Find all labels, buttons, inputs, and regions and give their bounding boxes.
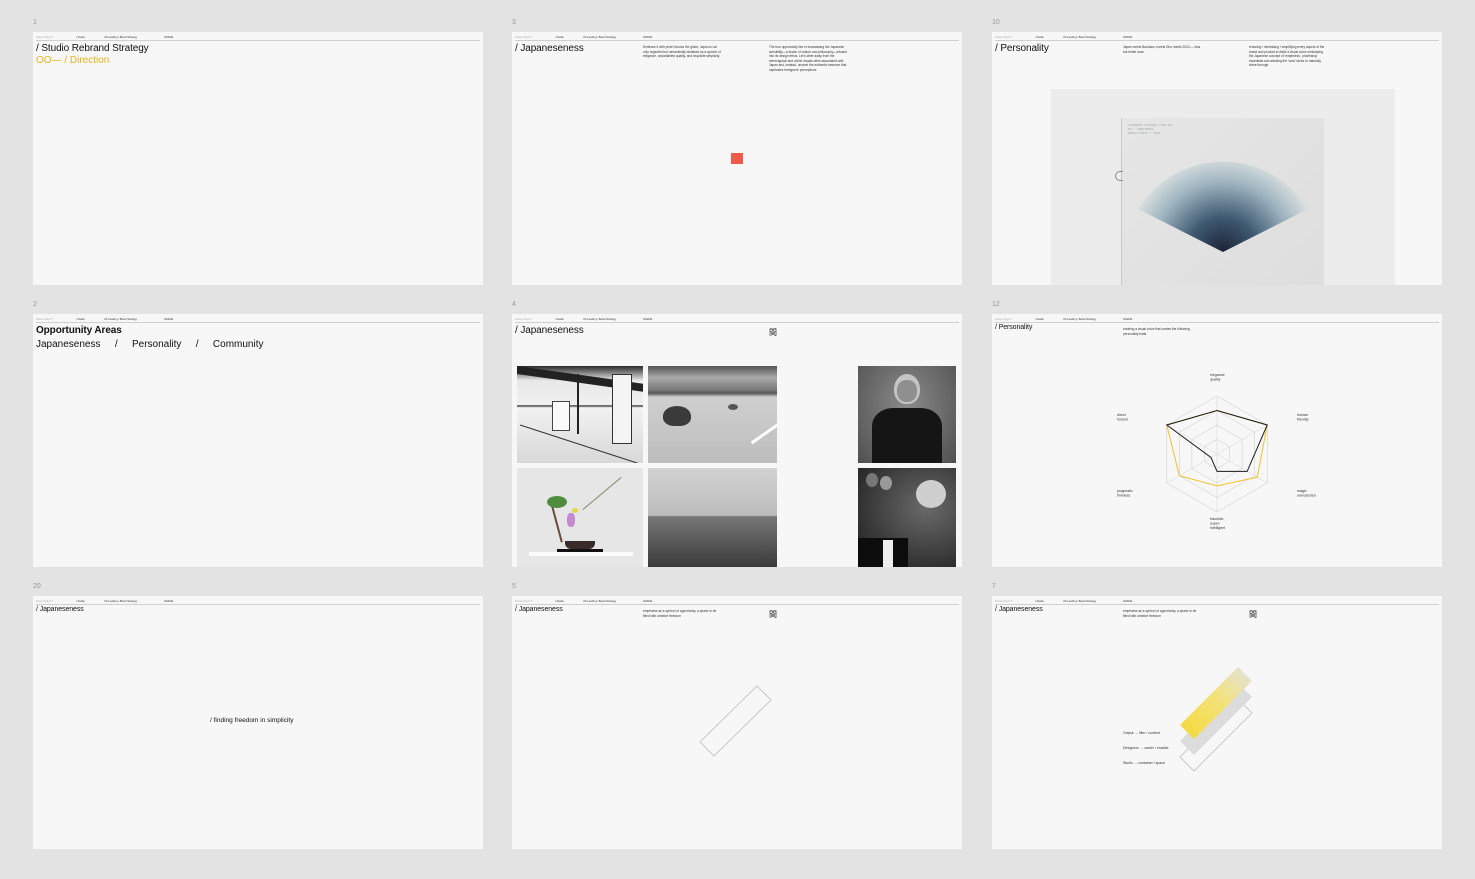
radar-axis-label: futuristic super-intelligent <box>1210 517 1225 530</box>
slide-number: 2 <box>33 301 37 308</box>
empty-space-diagram <box>699 685 772 757</box>
slide-thumbnail[interactable]: Nuevo Tokyo™ / Studio US Landing / Brand… <box>992 314 1442 567</box>
gradient-fan <box>1138 161 1308 252</box>
area-separator: / <box>195 339 199 350</box>
header-date: 03/2024 <box>164 317 174 321</box>
output-label: Output → filler / content <box>1123 731 1160 735</box>
slide-number: 5 <box>512 583 516 590</box>
slide-number: 20 <box>33 583 41 590</box>
slide-number: 4 <box>512 301 516 308</box>
opportunity-text: The true opportunity lies in showcasing … <box>769 45 847 72</box>
slide-thumbnail[interactable]: Nuevo Tokyo™ / Studio US Landing / Brand… <box>992 32 1442 285</box>
opportunity-areas: Japaneseness / Personality / Community <box>36 339 263 350</box>
slide-title: / Japaneseness <box>515 43 584 54</box>
pianist-photo <box>858 468 956 567</box>
area-community: Community <box>212 339 264 350</box>
slide-header: Nuevo Tokyo™ / Studio US Landing / Brand… <box>36 317 480 323</box>
radar-axis-label: magic unexpected <box>1297 489 1316 498</box>
header-section: / Studio <box>555 35 564 39</box>
slide-number: 3 <box>512 19 516 26</box>
slide-header: Nuevo Tokyo™ / Studio US Landing / Brand… <box>515 317 959 323</box>
zen-garden-photo <box>648 366 777 463</box>
slide-title: Opportunity Areas <box>36 325 122 336</box>
intro-text: Embrace it with pride! Across the globe,… <box>643 45 721 58</box>
sea-horizon-photo <box>648 468 777 567</box>
booklet-photo: JAPANESE COLOURS [FOR US] 04 / GRADIENTS… <box>1051 89 1395 285</box>
header-date: 03/2024 <box>643 35 653 39</box>
header-brand: Nuevo Tokyo™ <box>36 35 54 39</box>
outline-rectangle <box>699 685 772 757</box>
slide-number: 7 <box>992 583 996 590</box>
header-date: 03/2024 <box>643 317 653 321</box>
area-separator: / <box>114 339 118 350</box>
slide-number: 1 <box>33 19 37 26</box>
booklet-clip <box>1115 171 1123 181</box>
slide-thumbnail[interactable]: Nuevo Tokyo™ / Studio US Landing / Brand… <box>992 596 1442 849</box>
simplicity-quote: / finding freedom in simplicity <box>210 717 294 724</box>
area-personality: Personality <box>131 339 182 350</box>
slide-header: Nuevo Tokyo™ / Studio US Landing / Brand… <box>995 35 1439 41</box>
header-date: 03/2024 <box>164 35 174 39</box>
slide-header: Nuevo Tokyo™ / Studio US Landing / Brand… <box>515 35 959 41</box>
header-date: 03/2024 <box>1123 35 1133 39</box>
ikebana-photo <box>517 468 643 567</box>
header-brand: Nuevo Tokyo™ <box>515 317 533 321</box>
header-project: US Landing / Brand Strategy <box>583 317 617 321</box>
ma-kanji: 間 <box>769 328 777 337</box>
slide-header: Nuevo Tokyo™ / Studio US Landing / Brand… <box>36 35 480 41</box>
area-japaneseness: Japaneseness <box>36 339 101 350</box>
radar-axis-label: human friendly <box>1297 413 1309 422</box>
slide-number: 12 <box>992 301 1000 308</box>
booklet-cover: JAPANESE COLOURS [FOR US] 04 / GRADIENTS… <box>1122 118 1324 285</box>
header-section: / Studio <box>76 35 85 39</box>
header-brand: Nuevo Tokyo™ <box>995 35 1013 39</box>
personality-radar-chart: elegance quality human friendly magic unexpec… <box>1117 373 1316 530</box>
slide-title: / Japaneseness <box>36 606 84 613</box>
header-section: / Studio <box>76 599 85 603</box>
slide-thumbnail[interactable]: Nuevo Tokyo™ / Studio US Landing / Brand… <box>512 32 962 285</box>
header-project: US Landing / Brand Strategy <box>1063 35 1097 39</box>
slide-thumbnail[interactable]: Nuevo Tokyo™ / Studio US Landing / Brand… <box>33 32 483 285</box>
slide-thumbnail[interactable]: Nuevo Tokyo™ / Studio US Landing / Brand… <box>33 596 483 849</box>
header-brand: Nuevo Tokyo™ <box>36 317 54 321</box>
slide-title: / Studio Rebrand Strategy <box>36 43 149 54</box>
header-section: / Studio <box>76 317 85 321</box>
description-text: reducing / minimising / simplifying ever… <box>1249 45 1325 67</box>
slide-thumbnail[interactable]: Nuevo Tokyo™ / Studio US Landing / Brand… <box>512 596 962 849</box>
japanese-interior-photo <box>517 366 643 463</box>
slide-number: 10 <box>992 19 1000 26</box>
header-brand: Nuevo Tokyo™ <box>36 599 54 603</box>
slide-subtitle: OO— / Direction <box>36 55 110 66</box>
slide-title: / Personality <box>995 43 1049 54</box>
radar-axis-label: direct honest <box>1117 413 1128 422</box>
layers-diagram <box>1179 667 1253 772</box>
header-project: US Landing / Brand Strategy <box>104 35 138 39</box>
red-square-accent <box>731 153 743 164</box>
slide-header: Nuevo Tokyo™ / Studio US Landing / Brand… <box>36 599 480 605</box>
header-date: 03/2024 <box>164 599 174 603</box>
header-project: US Landing / Brand Strategy <box>104 599 138 603</box>
studio-label: Studio → container / space <box>1123 761 1166 765</box>
radar-axis-label: pragmatic timeless <box>1117 489 1133 498</box>
tagline-text: Japan meets Bauhaus, meets Ghu meets 202… <box>1123 45 1201 54</box>
header-section: / Studio <box>1035 35 1044 39</box>
slide-title: / Japaneseness <box>515 325 584 336</box>
slide-overview-canvas: 1 Nuevo Tokyo™ / Studio US Landing / Bra… <box>0 0 1475 879</box>
radar-axis-label: elegance quality <box>1210 373 1225 382</box>
designers-label: Designers → carrier / enabler <box>1123 746 1169 750</box>
fan-shape <box>1138 161 1308 252</box>
header-project: US Landing / Brand Strategy <box>104 317 138 321</box>
slide-thumbnail[interactable]: Nuevo Tokyo™ / Studio US Landing / Brand… <box>512 314 962 567</box>
portrait-photo <box>858 366 956 463</box>
header-project: US Landing / Brand Strategy <box>583 35 617 39</box>
header-brand: Nuevo Tokyo™ <box>515 35 533 39</box>
slide-thumbnail[interactable]: Nuevo Tokyo™ / Studio US Landing / Brand… <box>33 314 483 567</box>
header-section: / Studio <box>555 317 564 321</box>
